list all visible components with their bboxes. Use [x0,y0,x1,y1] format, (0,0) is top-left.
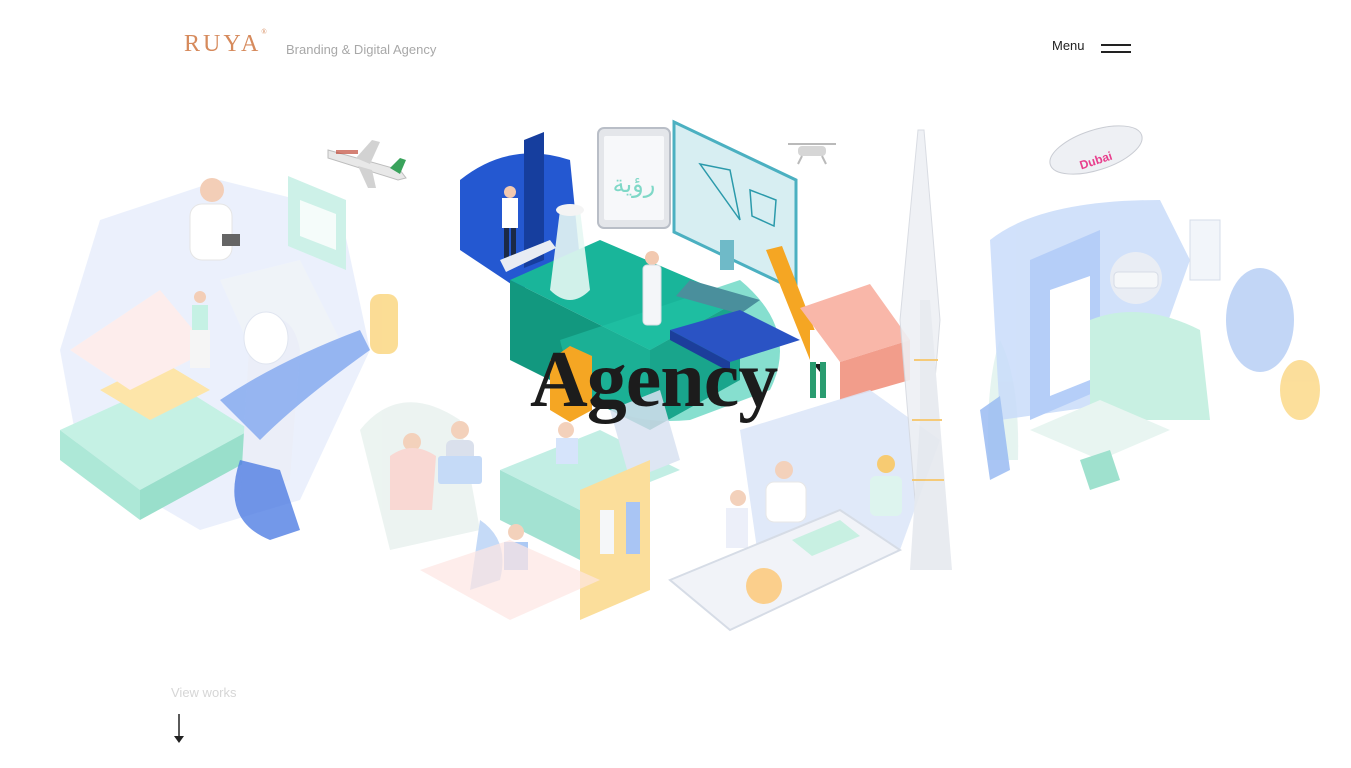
page: RUYA® Branding & Digital Agency Menu Dub… [0,0,1351,768]
arrow-down-icon[interactable] [172,714,186,744]
hamburger-icon [1100,41,1131,53]
hero-title: Agency [530,336,778,424]
vr-scene-illustration [980,200,1320,490]
menu-label: Menu [1052,38,1085,53]
left-workspace-illustration [60,176,398,540]
right-people-illustration [668,390,940,632]
menu-button[interactable]: Menu [1052,38,1131,53]
logo-text: RUYA [184,31,262,57]
arabic-tablet: رؤية [597,127,671,229]
registered-mark: ® [261,28,267,36]
lower-meeting-illustration [360,390,680,620]
drone-illustration [788,143,836,165]
arabic-sign: رؤية [613,170,656,198]
tagline: Branding & Digital Agency [286,42,437,57]
view-works-link[interactable]: View works [171,685,237,700]
site-header: RUYA® Branding & Digital Agency Menu [0,0,1351,96]
blimp-illustration: Dubai [1049,125,1143,175]
airplane-illustration [327,140,407,188]
ruya-logo[interactable]: RUYA® [184,28,267,58]
